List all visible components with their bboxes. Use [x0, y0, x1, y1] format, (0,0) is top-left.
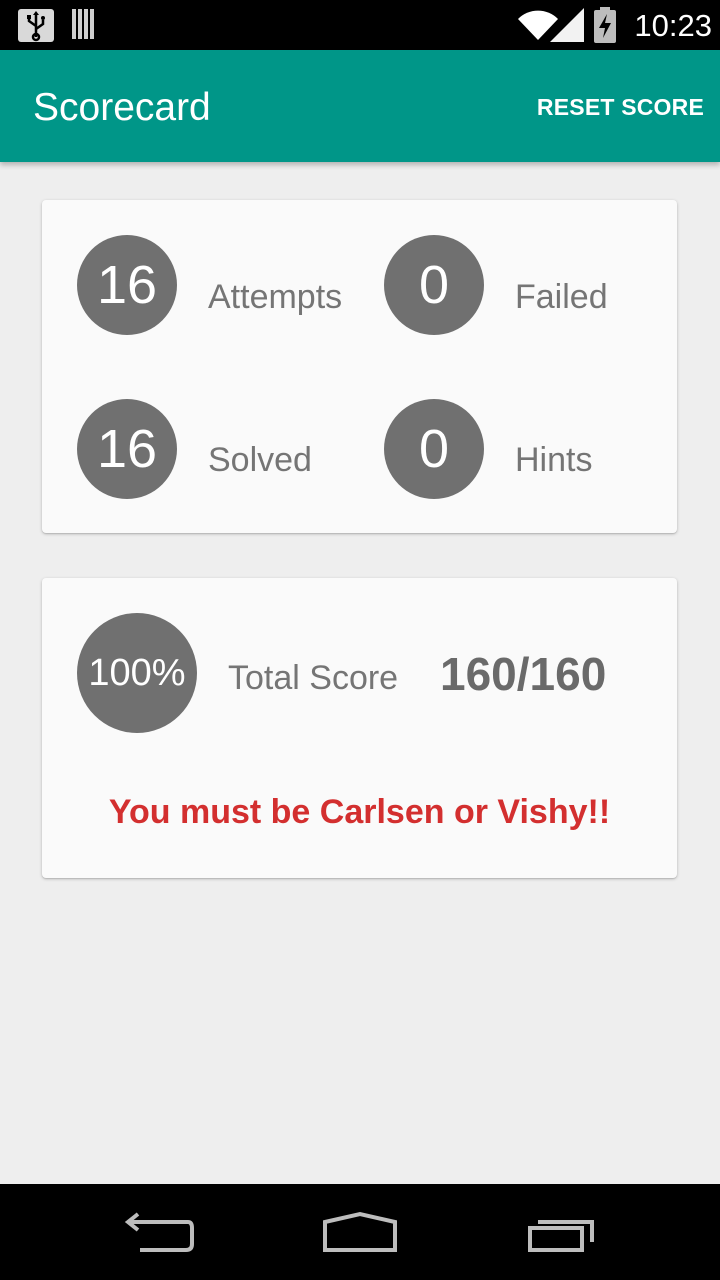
score-percent-badge: 100% — [77, 613, 197, 733]
recents-icon[interactable] — [502, 1184, 622, 1280]
solved-count-badge: 16 — [77, 399, 177, 499]
failed-label: Failed — [515, 278, 608, 316]
attempts-label: Attempts — [208, 278, 343, 316]
score-card: 100% Total Score 160/160 You must be Car… — [42, 578, 677, 878]
status-time: 10:23 — [634, 8, 712, 43]
usb-icon — [18, 9, 54, 42]
hints-count-badge: 0 — [384, 399, 484, 499]
failed-count-badge: 0 — [384, 235, 484, 335]
score-message: You must be Carlsen or Vishy!! — [108, 793, 611, 831]
solved-label: Solved — [208, 441, 312, 479]
back-icon[interactable] — [100, 1184, 220, 1280]
hints-label: Hints — [515, 441, 593, 479]
barcode-icon — [72, 9, 96, 39]
status-bar: 10:23 — [0, 0, 720, 50]
battery-charging-icon — [594, 7, 616, 48]
total-score-label: Total Score — [228, 659, 399, 697]
attempts-count-badge: 16 — [77, 235, 177, 335]
page-title: Scorecard — [33, 86, 211, 129]
total-score-value: 160/160 — [440, 648, 607, 700]
navigation-bar — [0, 1184, 720, 1280]
reset-score-button[interactable]: RESET SCORE — [537, 90, 704, 124]
stats-card: 16 Attempts 0 Failed 16 Solved 0 Hints — [42, 200, 677, 533]
home-icon[interactable] — [300, 1184, 420, 1280]
signal-icon — [550, 8, 586, 47]
app-bar: Scorecard RESET SCORE — [0, 50, 720, 162]
